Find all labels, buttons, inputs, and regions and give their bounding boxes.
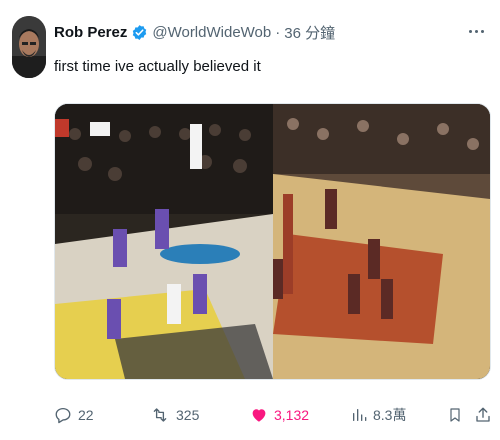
reply-icon [54, 406, 72, 424]
retweet-button[interactable]: 325 [150, 406, 199, 424]
reply-count: 22 [78, 407, 94, 423]
share-icon [474, 406, 492, 424]
separator-dot: · [275, 24, 281, 41]
tweet-header: Rob Perez @WorldWideWob · 36 分鐘 [54, 22, 335, 43]
verified-badge-icon [131, 24, 148, 41]
retweet-icon [150, 406, 170, 424]
more-icon[interactable] [469, 24, 484, 38]
like-button[interactable]: 3,132 [250, 406, 309, 424]
action-bar: 22 325 3,132 8.3萬 [54, 403, 490, 427]
author-name[interactable]: Rob Perez [54, 24, 127, 41]
tweet-text: first time ive actually believed it [54, 58, 261, 75]
views-count: 8.3萬 [373, 407, 407, 423]
avatar[interactable] [12, 16, 46, 78]
views-icon [351, 406, 367, 424]
author-handle[interactable]: @WorldWideWob [152, 24, 271, 41]
like-count: 3,132 [274, 407, 310, 423]
reply-button[interactable]: 22 [54, 406, 94, 424]
bookmark-button[interactable] [447, 406, 463, 424]
media-archival-clip [273, 104, 490, 379]
heart-icon [250, 406, 268, 424]
media-modern-clip [55, 104, 273, 379]
views-button[interactable]: 8.3萬 [351, 405, 406, 425]
share-button[interactable] [474, 406, 492, 424]
timestamp[interactable]: 36 分鐘 [284, 22, 335, 43]
retweet-count: 325 [176, 407, 200, 423]
tweet-media[interactable] [54, 103, 491, 380]
bookmark-icon [447, 406, 463, 424]
